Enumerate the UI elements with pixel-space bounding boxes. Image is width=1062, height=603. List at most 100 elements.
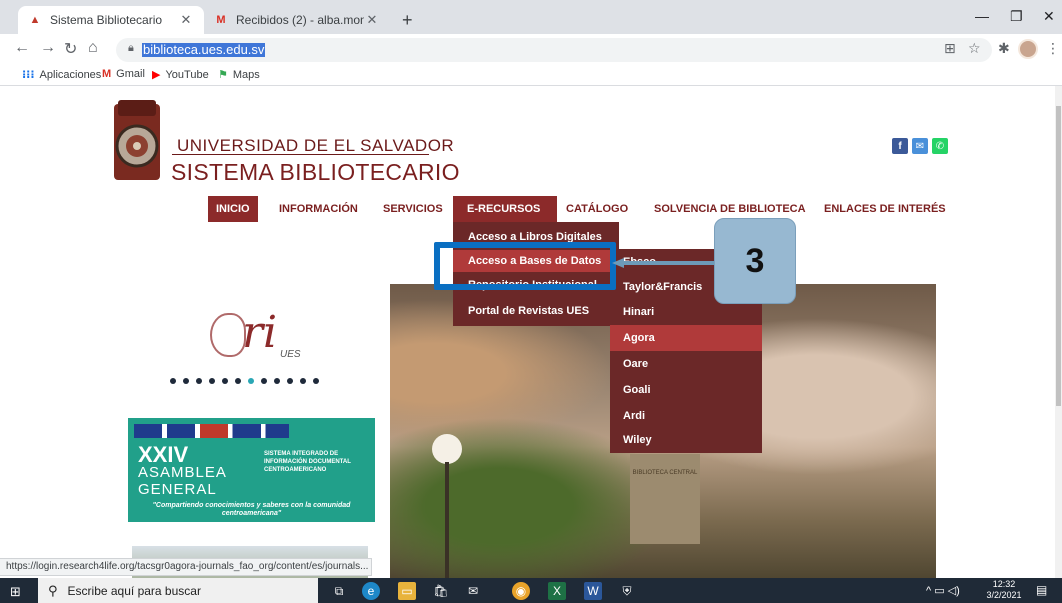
maps-icon: ⚑ <box>218 69 228 81</box>
new-tab-button[interactable]: + <box>402 10 413 31</box>
bookmark-star-icon[interactable]: ☆ <box>968 40 981 57</box>
excel-icon[interactable]: X <box>548 582 566 600</box>
notifications-icon[interactable]: ▤ <box>1036 583 1047 597</box>
nav-inicio[interactable]: INICIO <box>208 196 258 222</box>
word-icon[interactable]: W <box>584 582 602 600</box>
scrollbar-thumb[interactable] <box>1056 106 1061 406</box>
carousel-dot[interactable] <box>287 378 293 384</box>
nav-enlaces[interactable]: ENLACES DE INTERÉS <box>816 196 954 222</box>
university-name[interactable]: UNIVERSIDAD DE EL SALVADOR <box>177 136 454 156</box>
library-favicon-icon: ▲ <box>29 14 41 26</box>
chrome-icon[interactable]: ◉ <box>512 582 530 600</box>
lock-icon: 🔒︎ <box>128 42 134 54</box>
carousel-dot[interactable] <box>274 378 280 384</box>
taskbar-search-box[interactable]: ⚲ Escribe aquí para buscar <box>38 578 318 603</box>
close-tab-icon[interactable]: ✕ <box>178 12 194 28</box>
carousel-dot[interactable] <box>313 378 319 384</box>
submenu-item-goali[interactable]: Goali <box>610 377 762 403</box>
submenu-item-agora[interactable]: Agora <box>610 325 762 351</box>
reload-icon[interactable]: ↻ <box>64 39 77 59</box>
submenu-item-ardi[interactable]: Ardi <box>610 403 762 429</box>
browser-tab-strip: ▲ Sistema Bibliotecario ✕ M Recibidos (2… <box>0 0 1062 34</box>
carousel-dot[interactable] <box>170 378 176 384</box>
profile-head-icon <box>210 313 246 357</box>
banner-line-1: ASAMBLEA <box>138 464 227 481</box>
profile-avatar[interactable] <box>1018 39 1038 59</box>
bookmarks-bar: ⁝⁝⁝ Aplicaciones M Gmail ▶ YouTube ⚑ Map… <box>0 64 1062 86</box>
email-icon[interactable]: ✉ <box>912 138 928 154</box>
carousel-dot[interactable] <box>183 378 189 384</box>
shield-icon[interactable]: ⛨ <box>618 582 636 600</box>
carousel-dot[interactable] <box>261 378 267 384</box>
submenu-item-oare[interactable]: Oare <box>610 351 762 377</box>
step-number-badge: 3 <box>714 218 796 304</box>
submenu-item-wiley[interactable]: Wiley <box>610 427 762 453</box>
apps-grid-icon: ⁝⁝⁝ <box>22 69 35 81</box>
qr-code-icon[interactable]: ⊞ <box>944 40 956 57</box>
annotation-highlight-box <box>434 242 616 290</box>
title-divider <box>172 154 429 155</box>
edge-icon[interactable]: e <box>362 582 380 600</box>
system-name[interactable]: SISTEMA BIBLIOTECARIO <box>171 159 460 186</box>
clock-time: 12:32 <box>992 579 1016 589</box>
forward-icon[interactable]: → <box>40 39 56 57</box>
facebook-icon[interactable]: f <box>892 138 908 154</box>
gmail-icon: M <box>102 68 112 80</box>
annotation-arrow-icon <box>612 258 720 268</box>
taskbar-clock[interactable]: 12:32 3/2/2021 <box>983 579 1025 601</box>
nav-e-recursos[interactable]: E-RECURSOS <box>453 196 557 222</box>
bookmark-youtube[interactable]: ▶ YouTube <box>152 68 209 82</box>
street-lamp <box>432 434 462 464</box>
menu-item-portal-revistas[interactable]: Portal de Revistas UES <box>453 300 619 322</box>
tab-sistema-bibliotecario[interactable]: ▲ Sistema Bibliotecario ✕ <box>18 6 204 34</box>
tab-title: Sistema Bibliotecario <box>50 13 163 27</box>
task-view-icon[interactable]: ⧉ <box>330 582 348 600</box>
file-explorer-icon[interactable]: ▭ <box>398 582 416 600</box>
close-window-icon[interactable]: ✕ <box>1043 8 1055 25</box>
repositorio-institucional-logo[interactable]: ri UES <box>210 307 301 367</box>
carousel-dot[interactable] <box>222 378 228 384</box>
ri-logo-mark: ri <box>242 307 278 358</box>
nav-servicios[interactable]: SERVICIOS <box>375 196 451 222</box>
carousel-dot[interactable] <box>300 378 306 384</box>
address-bar[interactable]: 🔒︎ biblioteca.ues.edu.sv <box>116 38 992 62</box>
store-icon[interactable]: 🛍︎ <box>432 582 450 600</box>
carousel-dot[interactable] <box>196 378 202 384</box>
nav-catalogo[interactable]: CATÁLOGO <box>558 196 636 222</box>
carousel-dot[interactable] <box>235 378 241 384</box>
phone-icon[interactable]: ✆ <box>932 138 948 154</box>
banner-line-2: GENERAL <box>138 481 217 498</box>
mail-icon[interactable]: ✉ <box>464 582 482 600</box>
minimize-icon[interactable]: — <box>975 8 989 24</box>
restore-icon[interactable]: ❐ <box>1010 8 1023 25</box>
menu-kebab-icon[interactable]: ⋮ <box>1046 40 1060 57</box>
carousel-dot[interactable] <box>248 378 254 384</box>
youtube-icon: ▶ <box>152 69 161 81</box>
close-tab-icon[interactable]: ✕ <box>364 12 380 28</box>
ri-logo-sub: UES <box>280 349 301 360</box>
system-tray-icons[interactable]: ^ ▭ ◁) <box>926 584 960 597</box>
bookmark-apps[interactable]: ⁝⁝⁝ Aplicaciones <box>22 68 101 82</box>
back-icon[interactable]: ← <box>14 39 30 57</box>
bookmark-gmail[interactable]: M Gmail <box>102 68 145 80</box>
page-scrollbar[interactable] <box>1055 86 1062 578</box>
taskbar-search-placeholder: Escribe aquí para buscar <box>67 583 201 598</box>
asamblea-banner[interactable]: XXIV ASAMBLEA GENERAL SISTEMA INTEGRADO … <box>128 418 375 522</box>
link-status-bar: https://login.research4life.org/tacsgr0a… <box>0 558 372 576</box>
windows-start-icon[interactable]: ⊞ <box>10 584 21 600</box>
search-icon: ⚲ <box>48 582 58 598</box>
tab-gmail[interactable]: M Recibidos (2) - alba.montes@ues ✕ <box>204 6 390 34</box>
university-seal-icon[interactable] <box>108 100 168 184</box>
flags-strip <box>134 424 369 438</box>
url-text[interactable]: biblioteca.ues.edu.sv <box>142 43 266 57</box>
tab-title: Recibidos (2) - alba.montes@ues <box>236 13 364 27</box>
bookmark-maps[interactable]: ⚑ Maps <box>218 68 260 82</box>
web-page: UNIVERSIDAD DE EL SALVADOR SISTEMA BIBLI… <box>0 86 1055 578</box>
gmail-favicon-icon: M <box>216 14 226 26</box>
carousel-dot[interactable] <box>209 378 215 384</box>
home-icon[interactable]: ⌂ <box>88 39 98 57</box>
extensions-icon[interactable]: ✱ <box>998 40 1010 57</box>
nav-informacion[interactable]: INFORMACIÓN <box>271 196 366 222</box>
carousel-dots <box>170 378 319 384</box>
clock-date: 3/2/2021 <box>986 590 1022 600</box>
